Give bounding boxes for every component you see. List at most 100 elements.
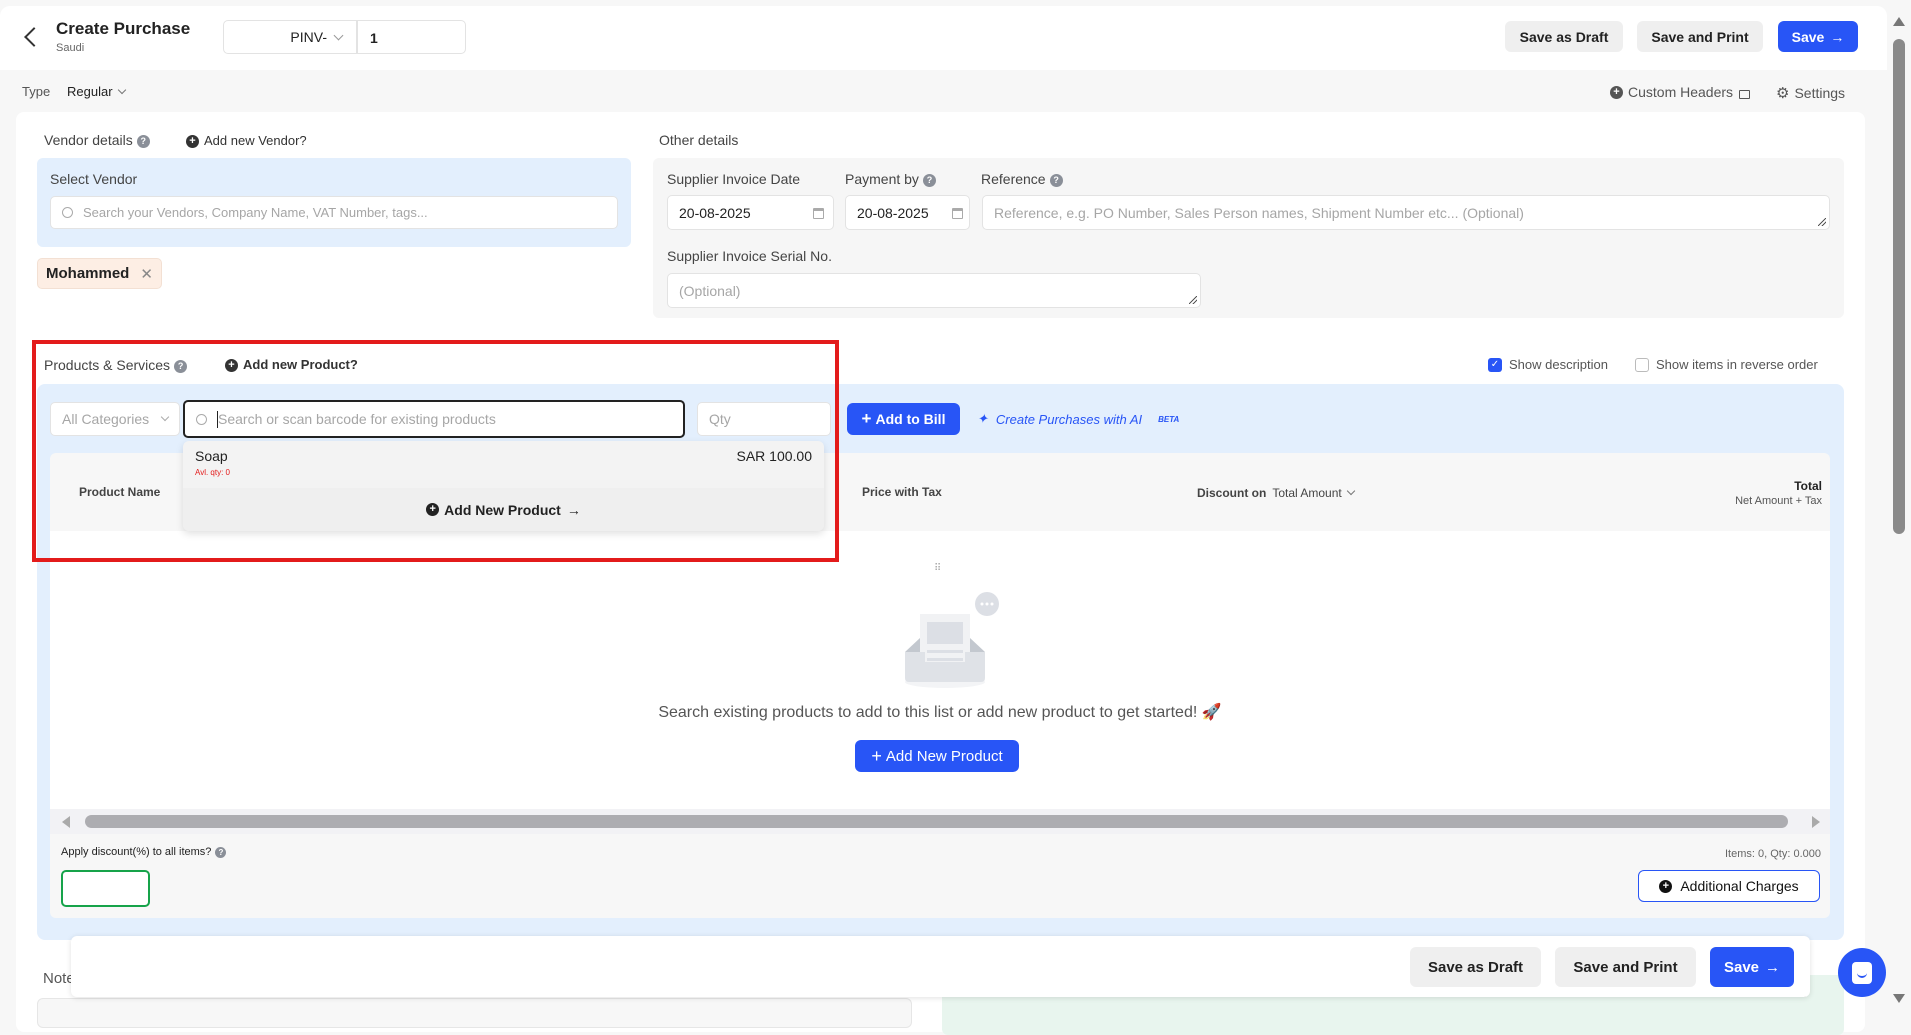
invoice-number-input[interactable]: 1 [357, 20, 466, 54]
plus-circle-icon: + [1659, 879, 1673, 893]
additional-charges-button[interactable]: + Additional Charges [1638, 870, 1820, 902]
save-button[interactable]: Save → [1778, 21, 1858, 52]
vendor-search-placeholder: Search your Vendors, Company Name, VAT N… [83, 205, 428, 220]
invoice-prefix-select[interactable]: PINV- [223, 20, 357, 54]
apply-discount-title: Apply discount(%) to all items?? [61, 846, 227, 858]
discount-type-select[interactable]: Total Amount [1272, 486, 1355, 500]
prefix-value: PINV- [290, 29, 327, 45]
help-icon: ? [1049, 173, 1063, 187]
gear-icon: ⚙ [1776, 85, 1790, 102]
vendor-search-input[interactable]: Search your Vendors, Company Name, VAT N… [50, 196, 618, 229]
scroll-down-icon[interactable] [1893, 994, 1905, 1003]
type-select[interactable]: Regular [67, 84, 126, 99]
payment-by-value: 20-08-2025 [857, 204, 929, 221]
ai-link-label: Create Purchases with AI [995, 411, 1143, 427]
total-label: Total [1794, 479, 1822, 493]
discount-type-value: Total Amount [1272, 486, 1342, 500]
checkbox-checked-icon[interactable]: ✓ [1488, 357, 1502, 372]
selected-vendor-chip[interactable]: Mohammed ✕ [37, 258, 162, 289]
show-description-label: Show description [1509, 357, 1608, 372]
add-vendor-link[interactable]: + Add new Vendor? [186, 133, 307, 149]
chat-icon [1852, 961, 1872, 984]
payment-by-label: Payment by [845, 171, 919, 187]
page-title: Create Purchase [56, 19, 191, 38]
payment-by-input[interactable]: 20-08-2025 [845, 195, 970, 230]
calendar-icon[interactable] [813, 207, 824, 219]
save-label: Save [1791, 28, 1825, 45]
additional-charges-label: Additional Charges [1680, 878, 1799, 894]
custom-headers-label: Custom Headers [1628, 84, 1734, 100]
reference-label: Reference [981, 171, 1046, 187]
vertical-scrollbar[interactable] [1887, 0, 1911, 1012]
apply-discount-input[interactable] [61, 870, 150, 907]
resize-handle-icon[interactable] [1189, 296, 1197, 304]
ai-purchase-link[interactable]: ✦ Create Purchases with AI BETA [977, 411, 1179, 427]
scroll-left-icon[interactable] [62, 816, 70, 828]
sparkle-icon: ✦ [977, 411, 988, 426]
serial-label: Supplier Invoice Serial No. [667, 248, 832, 264]
notes-box [37, 998, 912, 1028]
checkbox-icon[interactable] [1635, 357, 1649, 372]
col-discount: Discount on Total Amount [1197, 486, 1355, 500]
save-print-button[interactable]: Save and Print [1637, 21, 1763, 52]
chevron-down-icon [117, 85, 126, 94]
floating-save-bar [71, 936, 1810, 997]
custom-headers-link[interactable]: + Custom Headers [1610, 84, 1751, 100]
reference-placeholder: Reference, e.g. PO Number, Sales Person … [994, 204, 1524, 221]
save-print-label: Save and Print [1651, 28, 1749, 45]
footer-save-draft-button[interactable]: Save as Draft [1410, 947, 1541, 987]
show-description-toggle[interactable]: ✓ Show description [1488, 357, 1608, 372]
empty-state-message: Search existing products to add to this … [658, 704, 1222, 721]
footer-save-print-label: Save and Print [1573, 958, 1678, 976]
lock-icon [1739, 89, 1751, 99]
scroll-up-icon[interactable] [1893, 17, 1905, 26]
add-vendor-label: Add new Vendor? [204, 133, 307, 148]
reverse-order-toggle[interactable]: Show items in reverse order [1635, 357, 1818, 372]
reference-title: Reference? [981, 171, 1063, 187]
payment-by-title: Payment by? [845, 171, 936, 187]
invoice-date-input[interactable]: 20-08-2025 [667, 195, 834, 230]
invoice-date-label: Supplier Invoice Date [667, 171, 801, 187]
close-icon[interactable]: ✕ [140, 265, 153, 283]
plus-circle-icon: + [1610, 85, 1623, 99]
chevron-down-icon [333, 30, 344, 40]
scroll-right-icon[interactable] [1812, 816, 1820, 828]
calendar-icon[interactable] [952, 207, 963, 219]
add-to-bill-button[interactable]: + Add to Bill [847, 403, 960, 435]
select-vendor-label: Select Vendor [50, 171, 138, 187]
save-draft-button[interactable]: Save as Draft [1505, 21, 1623, 52]
settings-label: Settings [1794, 85, 1846, 101]
footer-save-draft-label: Save as Draft [1427, 958, 1524, 976]
footer-save-print-button[interactable]: Save and Print [1555, 947, 1696, 987]
footer-save-button[interactable]: Save → [1710, 947, 1794, 987]
resize-handle-icon[interactable] [1818, 218, 1826, 226]
reference-input[interactable]: Reference, e.g. PO Number, Sales Person … [982, 195, 1830, 230]
discount-on-label: Discount on [1197, 486, 1267, 500]
reverse-order-label: Show items in reverse order [1656, 357, 1818, 372]
save-draft-label: Save as Draft [1519, 28, 1609, 45]
col-price-with-tax: Price with Tax [862, 485, 942, 499]
plus-icon: + [861, 409, 872, 428]
help-icon: ? [922, 173, 936, 187]
chat-support-button[interactable] [1838, 948, 1886, 997]
serial-placeholder: (Optional) [679, 282, 741, 299]
arrow-right-icon: → [1830, 28, 1845, 45]
apply-discount-label: Apply discount(%) to all items? [61, 846, 212, 858]
plus-icon: + [871, 745, 882, 766]
drag-handle-icon[interactable]: ⠿ [934, 563, 941, 574]
type-label: Type [22, 84, 51, 99]
other-details-title: Other details [659, 132, 739, 148]
help-icon: ? [136, 134, 150, 148]
invoice-date-value: 20-08-2025 [679, 204, 751, 221]
scroll-thumb[interactable] [1893, 39, 1905, 534]
beta-badge: BETA [1158, 414, 1180, 424]
scroll-thumb[interactable] [85, 815, 1788, 828]
footer-save-label: Save [1723, 958, 1760, 976]
vendor-details-label: Vendor details [44, 132, 133, 148]
empty-add-product-label: Add New Product [885, 747, 1003, 765]
empty-add-product-button[interactable]: + Add New Product [855, 740, 1019, 772]
horizontal-scrollbar[interactable] [50, 809, 1830, 834]
settings-link[interactable]: ⚙ Settings [1776, 84, 1845, 102]
serial-input[interactable]: (Optional) [667, 273, 1201, 308]
add-to-bill-label: Add to Bill [875, 411, 946, 427]
